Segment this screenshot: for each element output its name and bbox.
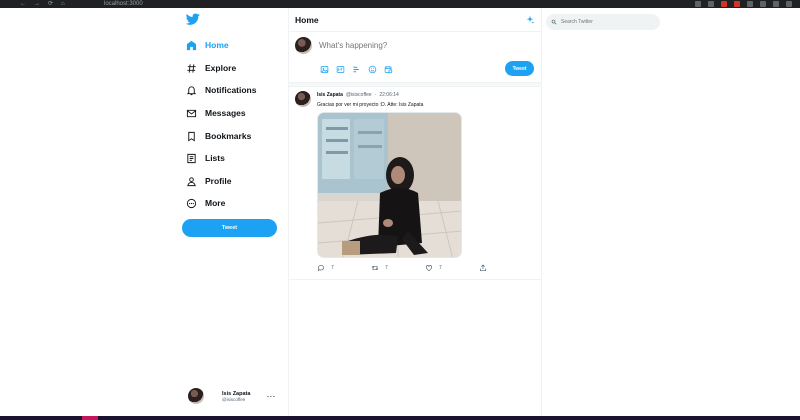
extension-icon[interactable] [786, 1, 792, 7]
extension-icon[interactable] [747, 1, 753, 7]
share-button[interactable] [479, 264, 487, 272]
sidebar-tweet-button[interactable]: Tweet [182, 219, 277, 237]
more-options-icon[interactable]: ··· [266, 391, 275, 401]
twitter-bird-icon[interactable] [186, 12, 200, 26]
retweet-icon [371, 265, 379, 271]
list-icon [187, 153, 196, 163]
os-taskbar [0, 416, 800, 420]
sidebar-item-more[interactable]: More [186, 195, 225, 211]
sidebar-item-explore[interactable]: Explore [186, 60, 236, 76]
search-icon [551, 19, 557, 25]
bell-icon [186, 85, 197, 95]
sidebar-item-label: More [205, 198, 226, 208]
tweet-text: Gracias por ver mi proyecto :D. Atte: Is… [317, 102, 424, 108]
share-icon [480, 264, 486, 271]
browser-toolbar: ←→⟳⌂ localhost:3000 [0, 0, 800, 8]
avatar [295, 37, 312, 54]
extension-icon[interactable] [760, 1, 766, 7]
extension-icon[interactable] [773, 1, 779, 7]
taskbar-active-app[interactable] [82, 416, 98, 420]
sidebar-item-profile[interactable]: Profile [186, 173, 231, 189]
timeline-header: Home [289, 8, 541, 32]
sidebar-item-home[interactable]: Home [186, 37, 229, 53]
compose-input[interactable] [319, 41, 529, 50]
tweet-author[interactable]: Isis Zapata [317, 92, 343, 98]
sidebar-item-label: Home [205, 40, 229, 50]
like-count: 7 [439, 265, 442, 271]
browser-extensions [695, 1, 792, 7]
tweet-handle: @isiscoffee [345, 92, 372, 98]
search-bar[interactable] [546, 14, 660, 30]
sidebar-item-label: Explore [205, 63, 237, 73]
browser-url[interactable]: localhost:3000 [104, 0, 143, 8]
gif-icon[interactable] [336, 65, 345, 74]
poll-icon[interactable] [352, 65, 361, 74]
tweet-timestamp[interactable]: 22:06:14 [379, 92, 398, 98]
tweet-card[interactable]: Isis Zapata @isiscoffee · 22:06:14 Graci… [289, 87, 541, 280]
tweet-separator: · [374, 92, 377, 98]
sparkle-icon[interactable] [525, 15, 535, 25]
main-timeline: Home Tweet Isis Zapata @isiscoffee · 22:… [288, 8, 542, 416]
extension-icon[interactable] [708, 1, 714, 7]
tweet-actions: 7 7 7 [317, 264, 487, 272]
schedule-icon[interactable] [384, 65, 393, 74]
heart-icon [426, 265, 432, 272]
sidebar-item-lists[interactable]: Lists [186, 150, 225, 166]
photo-image [318, 113, 461, 257]
reply-count: 7 [331, 265, 334, 271]
more-circle-icon [186, 198, 197, 208]
like-button[interactable]: 7 [425, 264, 442, 272]
extension-icon[interactable] [721, 1, 727, 7]
account-switcher[interactable]: Isis Zapata @isiscoffee ··· [188, 386, 288, 406]
mail-icon [186, 109, 197, 117]
tweet-header: Isis Zapata @isiscoffee · 22:06:14 [317, 92, 399, 98]
account-handle: @isiscoffee [222, 396, 246, 402]
image-icon[interactable] [320, 65, 329, 74]
tweet-image[interactable] [317, 112, 462, 258]
sidebar-item-label: Bookmarks [205, 131, 252, 141]
browser-nav-icons[interactable]: ←→⟳⌂ [20, 0, 73, 8]
extension-icon[interactable] [734, 1, 740, 7]
extension-icon[interactable] [695, 1, 701, 7]
page-title: Home [295, 14, 319, 25]
sidebar: Home Explore Notifications Messages Book… [180, 8, 288, 416]
avatar [188, 388, 204, 404]
home-icon [186, 40, 197, 50]
compose-toolbar [320, 65, 393, 74]
bookmark-icon [188, 131, 195, 141]
sidebar-item-messages[interactable]: Messages [186, 105, 246, 121]
retweet-count: 7 [385, 265, 388, 271]
avatar[interactable] [295, 91, 311, 107]
sidebar-item-label: Profile [205, 176, 232, 186]
sidebar-item-notifications[interactable]: Notifications [186, 82, 256, 98]
reply-button[interactable]: 7 [317, 264, 334, 272]
search-input[interactable] [561, 19, 651, 25]
retweet-button[interactable]: 7 [371, 264, 388, 272]
reply-icon [317, 265, 324, 272]
tweet-composer [289, 32, 541, 82]
sidebar-item-label: Lists [205, 153, 225, 163]
compose-tweet-button[interactable]: Tweet [505, 61, 534, 76]
user-icon [187, 176, 196, 186]
hashtag-icon [187, 63, 196, 73]
emoji-icon[interactable] [368, 65, 377, 74]
sidebar-item-label: Messages [205, 108, 246, 118]
sidebar-item-bookmarks[interactable]: Bookmarks [186, 128, 251, 144]
sidebar-item-label: Notifications [205, 85, 257, 95]
